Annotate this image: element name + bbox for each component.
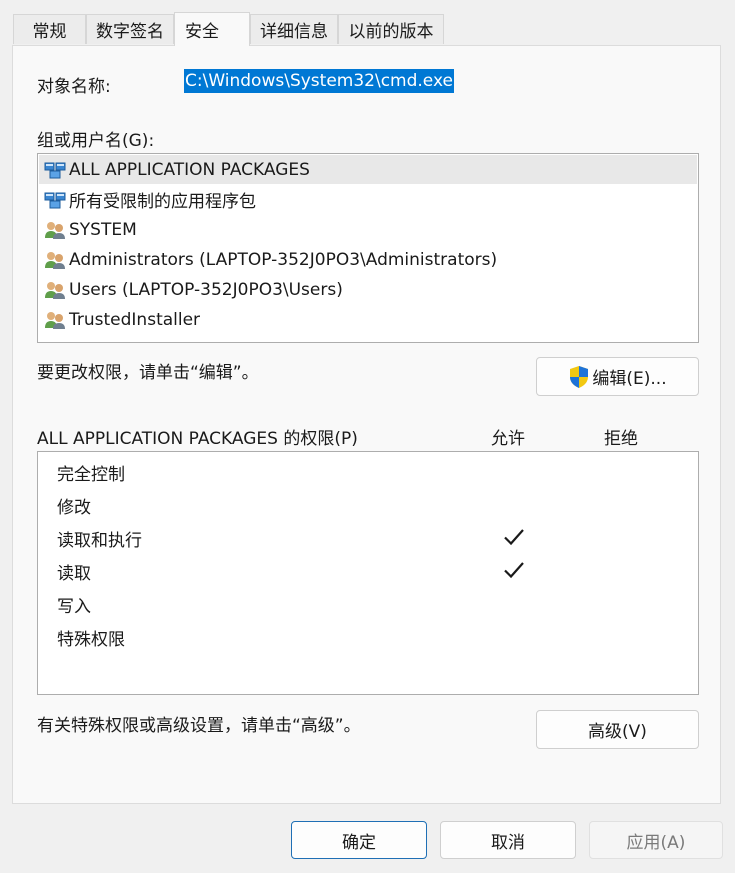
users-icon [45,281,65,299]
group-item-trustedinstaller[interactable]: TrustedInstaller [39,305,697,334]
allow-check-icon [504,529,524,546]
tab-general[interactable]: 常规 [13,14,86,44]
object-name-value[interactable]: C:\Windows\System32\cmd.exe [184,69,454,93]
allow-check-icon [504,562,524,579]
edit-button-label: 编辑(E)... [592,369,667,389]
tab-details[interactable]: 详细信息 [250,14,338,44]
uac-shield-icon [570,365,589,388]
group-item-label: ALL APPLICATION PACKAGES [69,159,310,180]
package-group-icon [44,192,66,208]
group-item-label: Users (LAPTOP-352J0PO3\Users) [69,279,343,300]
object-name-label: 对象名称: [37,77,111,97]
permission-row-read-execute: 读取和执行 [38,522,698,552]
tab-label: 常规 [32,22,67,42]
permission-label: 读取和执行 [57,531,142,551]
permission-label: 写入 [57,597,91,617]
group-item-label: TrustedInstaller [69,309,201,330]
advanced-hint: 有关特殊权限或高级设置，请单击“高级”。 [37,716,361,736]
cancel-button[interactable]: 取消 [440,821,576,859]
permission-row-modify: 修改 [38,489,698,519]
group-item-label: SYSTEM [69,219,137,240]
tab-label: 详细信息 [260,22,328,42]
ok-button[interactable]: 确定 [291,821,427,859]
permission-label: 特殊权限 [57,630,125,650]
permission-row-full-control: 完全控制 [38,456,698,486]
advanced-button[interactable]: 高级(V) [536,710,699,749]
permissions-label: ALL APPLICATION PACKAGES 的权限(P) [37,429,358,449]
tab-security[interactable]: 安全 [174,12,250,46]
ok-button-label: 确定 [342,832,376,853]
tab-label: 数字签名 [96,22,164,42]
users-icon [45,251,65,269]
tab-digital-signatures[interactable]: 数字签名 [86,14,174,44]
permission-label: 修改 [57,498,91,518]
security-tab-panel: 对象名称: C:\Windows\System32\cmd.exe 组或用户名(… [12,45,721,804]
group-item-administrators[interactable]: Administrators (LAPTOP-352J0PO3\Administ… [39,245,697,274]
group-item-users[interactable]: Users (LAPTOP-352J0PO3\Users) [39,275,697,304]
advanced-button-label: 高级(V) [588,722,647,742]
group-item-all-application-packages[interactable]: ALL APPLICATION PACKAGES [39,155,697,184]
apply-button[interactable]: 应用(A) [589,821,723,859]
permission-row-write: 写入 [38,588,698,618]
package-group-icon [44,162,66,178]
groups-list[interactable]: ALL APPLICATION PACKAGES 所有受限制的应用程序包 SYS… [37,153,699,343]
group-item-label: Administrators (LAPTOP-352J0PO3\Administ… [69,249,498,270]
tab-label: 以前的版本 [348,22,434,42]
permission-label: 读取 [57,564,91,584]
tab-previous-versions[interactable]: 以前的版本 [338,14,444,44]
groups-label: 组或用户名(G): [37,131,155,151]
group-item-label: 所有受限制的应用程序包 [69,192,256,212]
group-item-restricted-packages[interactable]: 所有受限制的应用程序包 [39,185,697,214]
cancel-button-label: 取消 [491,832,525,853]
apply-button-label: 应用(A) [626,832,686,853]
permission-row-special: 特殊权限 [38,621,698,651]
users-icon [45,221,65,239]
allow-column-header: 允许 [491,429,525,449]
users-icon [45,311,65,329]
edit-hint: 要更改权限，请单击“编辑”。 [37,363,259,383]
permissions-list[interactable]: 完全控制 修改 读取和执行 读取 写入 特殊权限 [37,451,699,695]
group-item-system[interactable]: SYSTEM [39,215,697,244]
permission-label: 完全控制 [57,465,125,485]
edit-button[interactable]: 编辑(E)... [536,357,699,396]
deny-column-header: 拒绝 [604,429,638,449]
tab-label: 安全 [185,22,219,42]
permission-row-read: 读取 [38,555,698,585]
